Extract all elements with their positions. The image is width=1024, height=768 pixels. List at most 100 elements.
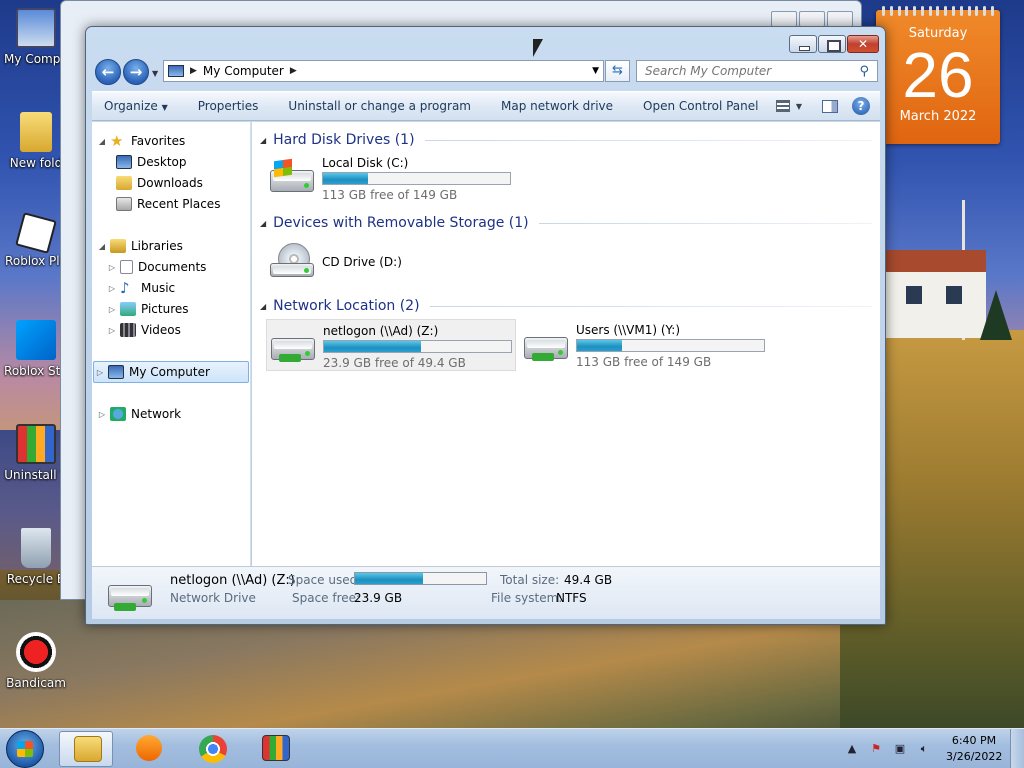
map-network-drive-button[interactable]: Map network drive	[486, 99, 628, 113]
drive-netlogon-z[interactable]: netlogon (\\Ad) (Z:) 23.9 GB free of 49.…	[266, 319, 516, 371]
group-title: Devices with Removable Storage (1)	[273, 215, 529, 231]
maximize-button[interactable]	[818, 35, 846, 53]
show-hidden-icons-icon[interactable]: ▲	[844, 741, 860, 757]
taskbar-uninstall-tool[interactable]	[248, 731, 302, 767]
network-tray-icon[interactable]: ▣	[892, 741, 908, 757]
mouse-cursor-icon	[533, 39, 543, 57]
minimize-button[interactable]	[789, 35, 817, 53]
bg-close-button[interactable]	[827, 11, 853, 27]
nav-recent-places[interactable]: Recent Places	[114, 193, 220, 215]
show-desktop-button[interactable]	[1010, 729, 1024, 768]
desktop-icon	[116, 155, 132, 169]
expand-arrow-icon[interactable]: ◢	[96, 242, 108, 251]
details-space-free-label: Space free:	[292, 591, 361, 605]
breadcrumb-separator-icon[interactable]: ▶	[190, 66, 197, 76]
taskbar-explorer[interactable]	[59, 731, 113, 767]
nav-my-computer[interactable]: ▷ My Computer	[93, 361, 249, 383]
collapsed-arrow-icon[interactable]: ▷	[94, 368, 106, 377]
nav-videos[interactable]: ▷ Videos	[106, 319, 181, 341]
collapsed-arrow-icon[interactable]: ▷	[106, 326, 118, 335]
back-button[interactable]: ←	[95, 59, 121, 85]
collapse-arrow-icon[interactable]: ◢	[260, 136, 266, 145]
explorer-window[interactable]: ← → ▼ ▶ My Computer ▶ ▼ ⇆ ⚲ Organize ▼ P…	[85, 26, 886, 625]
nav-downloads[interactable]: Downloads	[114, 172, 203, 194]
nav-network[interactable]: ▷ Network	[96, 403, 181, 425]
drive-usage-bar	[322, 172, 511, 185]
network-drive-icon	[271, 330, 317, 364]
preview-pane-icon[interactable]	[822, 99, 838, 113]
group-header-hard-disk[interactable]: ◢ Hard Disk Drives (1)	[260, 132, 872, 148]
nav-favorites[interactable]: ◢ ★ Favorites	[96, 130, 185, 152]
start-button[interactable]	[6, 730, 44, 768]
forward-button[interactable]: →	[123, 59, 149, 85]
network-drive-icon	[108, 577, 156, 613]
change-view-icon[interactable]	[775, 100, 790, 112]
nav-desktop[interactable]: Desktop	[114, 151, 187, 173]
refresh-button[interactable]: ⇆	[605, 60, 630, 82]
navigation-pane: ◢ ★ Favorites Desktop Downloads Recent P…	[92, 122, 251, 566]
uninstall-tool-icon	[262, 735, 290, 761]
drive-local-disk-c[interactable]: Local Disk (C:) 113 GB free of 149 GB	[266, 152, 516, 204]
search-input[interactable]	[645, 64, 845, 78]
details-total-size-label: Total size:	[500, 573, 560, 587]
group-header-network-location[interactable]: ◢ Network Location (2)	[260, 298, 872, 314]
address-history-dropdown[interactable]: ▼	[592, 66, 599, 76]
open-control-panel-button[interactable]: Open Control Panel	[628, 99, 773, 113]
nav-label: My Computer	[129, 365, 210, 379]
search-box[interactable]: ⚲	[636, 60, 878, 82]
nav-documents[interactable]: ▷ Documents	[106, 256, 206, 278]
collapsed-arrow-icon[interactable]: ▷	[96, 410, 108, 419]
bg-maximize-button[interactable]	[799, 11, 825, 27]
details-pane: netlogon (\\Ad) (Z:) Network Drive Space…	[92, 566, 880, 619]
collapse-arrow-icon[interactable]: ◢	[260, 219, 266, 228]
details-drive-name: netlogon (\\Ad) (Z:)	[170, 573, 295, 588]
nav-label: Libraries	[131, 239, 183, 253]
nav-libraries[interactable]: ◢ Libraries	[96, 235, 183, 257]
collapsed-arrow-icon[interactable]: ▷	[106, 305, 118, 314]
help-icon[interactable]: ?	[852, 97, 870, 115]
volume-icon[interactable]: 🔈︎	[916, 741, 932, 757]
properties-button[interactable]: Properties	[183, 99, 274, 113]
libraries-icon	[110, 239, 126, 253]
taskbar-clock[interactable]: 6:40 PM 3/26/2022	[946, 733, 1002, 765]
recent-pages-dropdown[interactable]: ▼	[152, 69, 158, 78]
collapsed-arrow-icon[interactable]: ▷	[106, 263, 118, 272]
organize-label: Organize	[104, 99, 158, 113]
organize-button[interactable]: Organize ▼	[92, 99, 183, 113]
chevron-down-icon[interactable]: ▼	[796, 102, 802, 111]
nav-label: Pictures	[141, 302, 189, 316]
computer-icon	[168, 65, 184, 77]
drive-users-y[interactable]: Users (\\VM1) (Y:) 113 GB free of 149 GB	[520, 319, 770, 371]
group-header-removable[interactable]: ◢ Devices with Removable Storage (1)	[260, 215, 872, 231]
close-button[interactable]	[847, 35, 879, 53]
music-icon: ♪	[120, 279, 130, 297]
nav-music[interactable]: ▷ ♪ Music	[106, 277, 175, 299]
desktop-icon-bandicam[interactable]: Bandicam	[0, 632, 72, 690]
nav-pictures[interactable]: ▷ Pictures	[106, 298, 189, 320]
breadcrumb-separator-icon[interactable]: ▶	[290, 66, 297, 76]
action-center-flag-icon[interactable]: ⚑	[868, 741, 884, 757]
calendar-rings	[882, 6, 994, 16]
clock-date: 3/26/2022	[946, 750, 1003, 763]
network-icon	[110, 407, 126, 421]
collapsed-arrow-icon[interactable]: ▷	[106, 284, 118, 293]
calendar-gadget[interactable]: Saturday 26 March 2022	[876, 6, 1000, 144]
address-bar[interactable]: ▶ My Computer ▶ ▼	[163, 60, 604, 82]
taskbar-chrome[interactable]	[185, 731, 239, 767]
breadcrumb-my-computer[interactable]: My Computer	[203, 64, 284, 78]
drive-name: netlogon (\\Ad) (Z:)	[323, 324, 439, 338]
bg-minimize-button[interactable]	[771, 11, 797, 27]
roblox-studio-icon	[16, 320, 56, 360]
collapse-arrow-icon[interactable]: ◢	[260, 302, 266, 311]
search-icon[interactable]: ⚲	[859, 64, 869, 79]
taskbar-media-player[interactable]	[122, 731, 176, 767]
chevron-down-icon: ▼	[161, 103, 168, 112]
clock-time: 6:40 PM	[951, 734, 997, 747]
details-drive-type: Network Drive	[170, 591, 256, 605]
cd-drive-icon	[270, 243, 316, 277]
drive-cd-d[interactable]: CD Drive (D:)	[266, 237, 516, 289]
uninstall-program-button[interactable]: Uninstall or change a program	[273, 99, 486, 113]
expand-arrow-icon[interactable]: ◢	[96, 137, 108, 146]
group-title: Hard Disk Drives (1)	[273, 132, 415, 148]
drive-name: CD Drive (D:)	[322, 255, 402, 269]
